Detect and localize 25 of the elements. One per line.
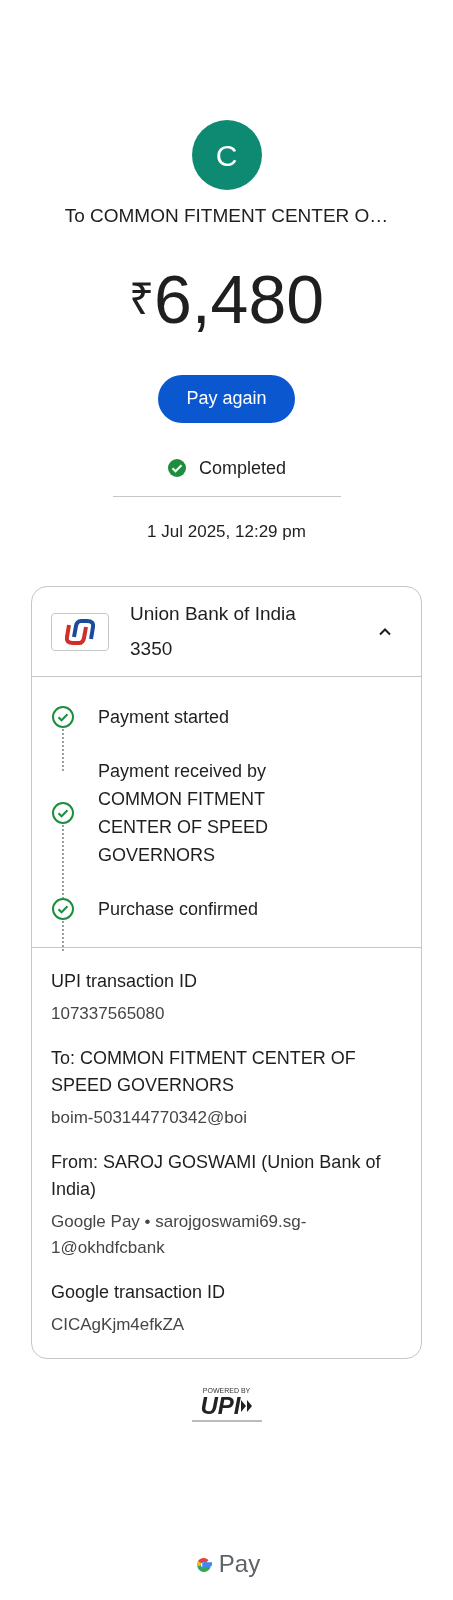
detail-value: Google Pay • sarojgoswami69.sg-1@okhdfcbank [51,1211,308,1259]
detail-label: To: COMMON FITMENT CENTER OF SPEED GOVERNORS [51,1047,357,1097]
account-number: 3350 [130,636,174,661]
detail-label: From: SAROJ GOSWAMI (Union Bank of India) [51,1151,382,1201]
detail-label: Google transaction ID [51,1281,227,1304]
amount: 6,480 [153,264,325,333]
bank-name: Union Bank of India [130,602,296,626]
transaction-date: 1 Jul 2025, 12:29 pm [147,520,306,543]
arrow-icon [240,1399,253,1413]
currency-symbol: ₹ [128,276,154,321]
payee-name: To COMMON FITMENT CENTER O… [64,204,389,228]
upi-logo: UPI [200,1394,241,1418]
status-text: Completed [198,456,286,480]
step-text: Purchase confirmed [98,898,260,921]
bank-logo-icon [51,612,109,651]
step-text: Payment received by COMMON FITMENT CENTER OF SPEED GOVERNORS [98,760,270,867]
detail-value: 107337565080 [51,1003,166,1025]
step-text: Payment started [98,706,231,729]
detail-value: CICAgKjm4efkZA [51,1314,186,1336]
detail-value: boim-503144770342@boi [51,1107,248,1129]
pay-again-button[interactable]: Pay again [158,374,295,423]
avatar-initial: C [215,137,238,174]
google-pay-logo: Pay [218,1549,261,1579]
detail-label: UPI transaction ID [51,970,199,993]
chevron-icon[interactable] [378,627,392,636]
